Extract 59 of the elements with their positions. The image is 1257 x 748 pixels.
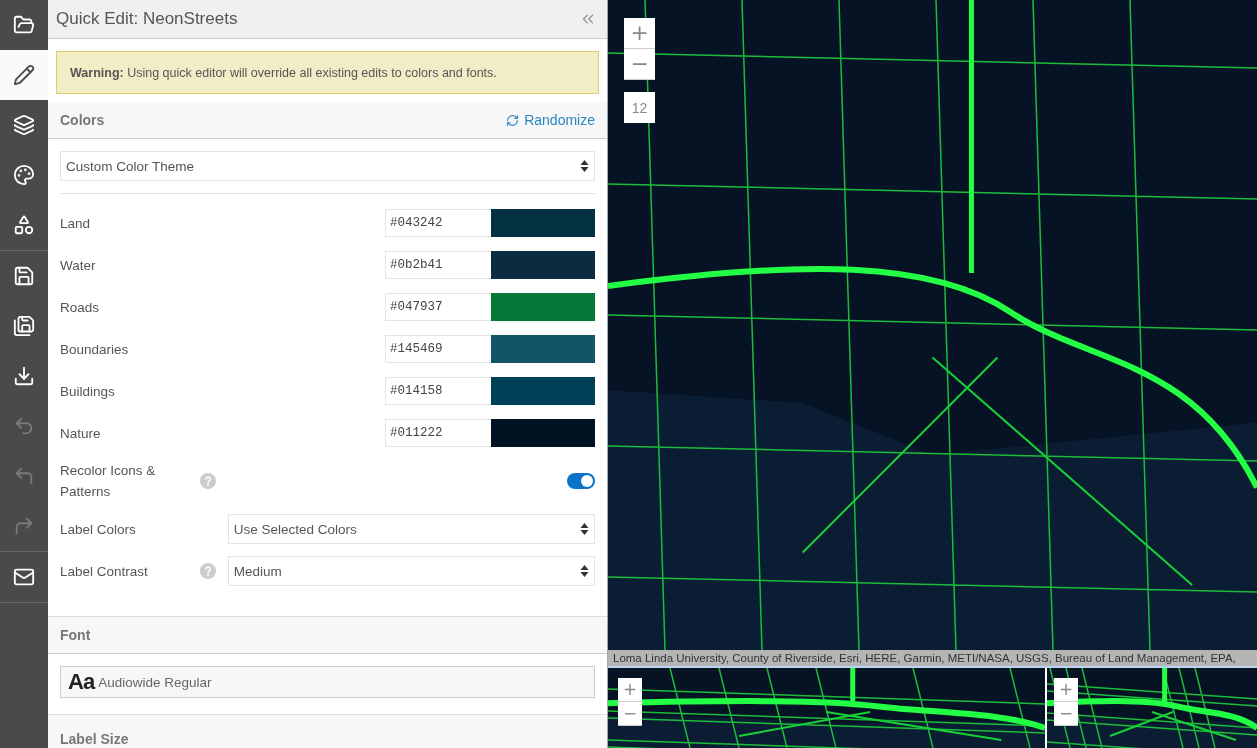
hex-input[interactable]: #145469 xyxy=(385,335,491,363)
theme-select[interactable]: Custom Color Theme xyxy=(60,151,595,181)
color-swatch[interactable] xyxy=(491,293,595,321)
save-icon xyxy=(13,265,35,287)
download-icon xyxy=(13,365,35,387)
layers-icon xyxy=(13,114,35,136)
setting-label: Label Contrast xyxy=(60,562,149,581)
palette-icon xyxy=(13,164,35,186)
setting-label: Recolor Icons & Patterns xyxy=(60,462,157,501)
section-heading: Colors xyxy=(60,112,105,128)
color-label: Buildings xyxy=(60,383,115,399)
label-contrast-select[interactable]: Medium xyxy=(227,556,595,586)
zoom-in-button[interactable]: + xyxy=(1054,678,1078,702)
panel-title: Quick Edit: NeonStreets xyxy=(56,9,238,29)
randomize-link[interactable]: Randomize xyxy=(506,112,595,128)
color-swatch[interactable] xyxy=(491,377,595,405)
mail-icon xyxy=(13,566,35,588)
zoom-in-button[interactable]: + xyxy=(618,678,642,702)
attribution-text: Loma Linda University, County of Riverside, Esri, HERE, Garmin, METI/NASA, USGS, Bureau of Land Management, EPA, xyxy=(608,650,1257,668)
zoom-in-button[interactable]: + xyxy=(624,18,655,49)
help-icon[interactable] xyxy=(200,473,216,489)
color-label: Boundaries xyxy=(60,341,129,357)
sort-arrows-icon xyxy=(580,522,589,536)
toolbar-button[interactable] xyxy=(0,50,48,100)
zoom-out-button[interactable]: − xyxy=(1054,702,1078,726)
setting-label: Label Colors xyxy=(60,520,137,539)
hex-input[interactable]: #014158 xyxy=(385,377,491,405)
save-as-icon xyxy=(13,315,35,337)
color-swatch[interactable] xyxy=(491,419,595,447)
section-heading: Label Size xyxy=(60,731,129,747)
help-icon[interactable] xyxy=(199,563,216,579)
hex-input[interactable]: #011222 xyxy=(385,419,491,447)
warning-message: Warning: Using quick editor will override all existing edits to colors and fonts. xyxy=(56,51,599,94)
color-label: Water xyxy=(60,257,96,273)
color-label: Roads xyxy=(60,299,100,315)
refresh-icon xyxy=(506,113,520,127)
font-picker[interactable]: Aa Audiowide Regular xyxy=(60,666,595,698)
color-label: Nature xyxy=(60,425,101,441)
zoom-out-button[interactable]: − xyxy=(624,49,655,80)
sort-arrows-icon xyxy=(580,159,589,173)
zoom-out-button[interactable]: − xyxy=(618,702,642,726)
zoom-level: 12 xyxy=(624,92,655,123)
hex-input[interactable]: #0b2b41 xyxy=(385,251,491,279)
color-swatch[interactable] xyxy=(491,251,595,279)
color-swatch[interactable] xyxy=(491,335,595,363)
color-label: Land xyxy=(60,215,91,231)
pencil-icon xyxy=(13,64,35,86)
undo-icon xyxy=(13,465,35,487)
shapes-icon xyxy=(13,214,35,236)
folder-icon xyxy=(13,14,35,36)
hex-input[interactable]: #043242 xyxy=(385,209,491,237)
hex-input[interactable]: #047937 xyxy=(385,293,491,321)
undo-icon xyxy=(13,415,35,437)
sort-arrows-icon xyxy=(580,564,589,578)
color-swatch[interactable] xyxy=(491,209,595,237)
section-heading: Font xyxy=(60,627,91,643)
redo-icon xyxy=(13,515,35,537)
label-colors-select[interactable]: Use Selected Colors xyxy=(227,514,595,544)
toggle-switch[interactable] xyxy=(567,473,595,489)
